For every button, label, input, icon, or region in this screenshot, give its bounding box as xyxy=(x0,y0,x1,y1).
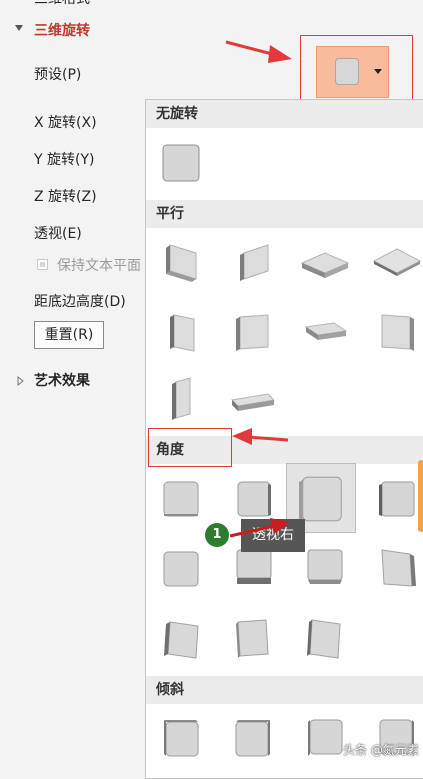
distance-from-ground-label: 距底边高度(D) xyxy=(34,294,126,310)
preset-perspective-below[interactable] xyxy=(152,540,210,598)
keep-text-flat-label: 保持文本平面 xyxy=(57,258,141,274)
reset-button[interactable]: 重置(R) xyxy=(34,321,104,349)
x-rotation-label: X 旋转(X) xyxy=(34,115,97,131)
preset-isometric-left-up[interactable] xyxy=(224,303,282,361)
perspective-label: 透视(E) xyxy=(34,226,82,242)
step-number-badge: 1 xyxy=(205,523,229,547)
preset-isometric-left-down[interactable] xyxy=(152,233,210,291)
category-no-rotation: 无旋转 xyxy=(146,100,423,128)
preset-label: 预设(P) xyxy=(34,67,82,83)
scrollbar-thumb[interactable] xyxy=(418,460,423,532)
preset-oblique-top-left[interactable] xyxy=(152,708,210,766)
preset-isometric-off-axis[interactable] xyxy=(296,303,354,361)
preset-perspective-heroic-right[interactable] xyxy=(224,610,282,668)
preset-isometric-off-axis-top[interactable] xyxy=(152,370,210,428)
category-oblique: 倾斜 xyxy=(146,676,423,704)
preset-isometric-off-axis-bottom[interactable] xyxy=(224,370,282,428)
preset-perspective-above[interactable] xyxy=(368,470,423,528)
watermark-text: 头条 @氮元素 xyxy=(343,743,419,757)
preset-isometric-bottom-down[interactable] xyxy=(152,303,210,361)
arrow-to-preset xyxy=(225,40,277,57)
preset-isometric-off-axis-right[interactable] xyxy=(368,303,423,361)
preset-isometric-top-up[interactable] xyxy=(296,233,354,291)
y-rotation-label: Y 旋转(Y) xyxy=(34,152,95,168)
highlight-box-preset xyxy=(300,35,413,102)
preset-perspective-relaxed[interactable] xyxy=(368,540,423,598)
category-parallel: 平行 xyxy=(146,200,423,228)
highlight-box-perspective xyxy=(148,428,232,467)
z-rotation-label: Z 旋转(Z) xyxy=(34,189,97,205)
preset-oblique-top-right[interactable] xyxy=(224,708,282,766)
previous-section-label[interactable]: 三维格式 xyxy=(34,0,90,8)
preset-isometric-top-down[interactable] xyxy=(368,233,423,291)
preset-no-rotation[interactable] xyxy=(152,134,210,192)
art-effects-section-title[interactable]: 艺术效果 xyxy=(34,370,90,390)
expand-arrow-icon[interactable] xyxy=(17,374,24,390)
preset-isometric-right-up[interactable] xyxy=(224,233,282,291)
tooltip-perspective-right: 透视右 xyxy=(241,519,305,552)
preset-perspective-front[interactable] xyxy=(152,470,210,528)
keep-text-flat-checkbox[interactable] xyxy=(37,259,48,270)
arrowhead-preset xyxy=(268,45,292,63)
3d-rotation-section-title[interactable]: 三维旋转 xyxy=(34,20,90,40)
preset-perspective-contrasting[interactable] xyxy=(296,610,354,668)
preset-perspective-heroic-left[interactable] xyxy=(152,610,210,668)
